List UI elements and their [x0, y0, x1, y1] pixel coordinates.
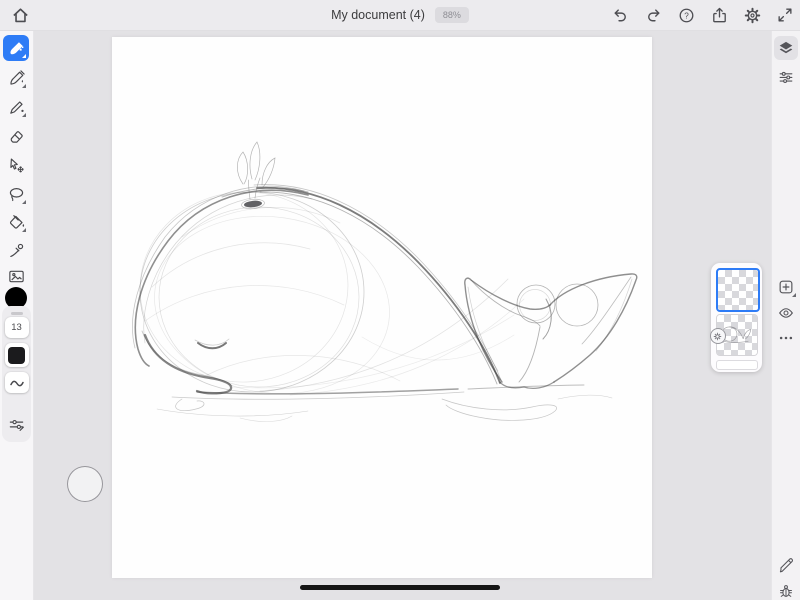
redo-icon[interactable] — [641, 3, 665, 27]
lasso-select-tool[interactable] — [3, 181, 29, 207]
brush-size-value: 13 — [11, 322, 22, 333]
layers-panel-icon[interactable] — [774, 36, 798, 60]
add-layer-icon[interactable] — [774, 275, 798, 299]
touch-shortcut-button[interactable] — [67, 466, 103, 502]
share-icon[interactable] — [707, 3, 731, 27]
layer-options-badge-icon[interactable] — [710, 328, 726, 344]
app-window: My document (4) 88% ? — [0, 0, 800, 600]
whale-sketch-drawing — [112, 37, 652, 578]
background-layer-thumbnail[interactable] — [716, 360, 758, 370]
document-title: My document (4) — [331, 8, 425, 22]
drawing-canvas[interactable] — [112, 37, 652, 578]
brush-size-button[interactable]: 13 — [5, 317, 29, 338]
layers-panel — [711, 263, 762, 372]
place-image-tool[interactable] — [3, 263, 29, 289]
eyedropper-tool[interactable] — [3, 237, 29, 263]
live-brush-tool[interactable] — [3, 65, 29, 91]
undo-icon[interactable] — [608, 3, 632, 27]
layer-more-options-icon[interactable] — [774, 326, 798, 350]
fill-tool[interactable] — [3, 209, 29, 235]
top-bar: My document (4) 88% ? — [0, 0, 800, 31]
smoothing-icon — [9, 377, 25, 389]
top-bar-actions: ? — [608, 0, 797, 30]
eraser-tool[interactable] — [3, 123, 29, 149]
drag-handle[interactable] — [11, 312, 23, 315]
svg-text:?: ? — [684, 11, 689, 20]
vector-brush-tool[interactable] — [3, 94, 29, 120]
layer-1-thumbnail-selected[interactable] — [716, 268, 760, 312]
layer-2-thumbnail[interactable] — [716, 314, 758, 356]
zoom-level-badge[interactable]: 88% — [435, 7, 469, 23]
fullscreen-icon[interactable] — [773, 3, 797, 27]
brush-options-group: 13 — [2, 306, 31, 442]
transparent-checkerboard — [718, 270, 758, 310]
panel-sidebar — [771, 30, 800, 600]
pixel-brush-tool[interactable] — [3, 35, 29, 61]
stylus-settings-icon[interactable] — [774, 553, 798, 577]
adjustments-icon[interactable] — [774, 65, 798, 89]
home-indicator-bar[interactable] — [300, 585, 500, 590]
help-icon[interactable]: ? — [674, 3, 698, 27]
layer-visibility-icon[interactable] — [774, 301, 798, 325]
secondary-color-button[interactable] — [5, 343, 29, 367]
brush-settings-icon[interactable] — [4, 411, 30, 437]
smoothing-button[interactable] — [5, 372, 29, 393]
black-color-swatch — [8, 347, 25, 364]
tool-sidebar: 13 — [0, 30, 34, 600]
bug-report-icon[interactable] — [774, 579, 798, 603]
move-tool[interactable] — [3, 152, 29, 178]
settings-gear-icon[interactable] — [740, 3, 764, 27]
